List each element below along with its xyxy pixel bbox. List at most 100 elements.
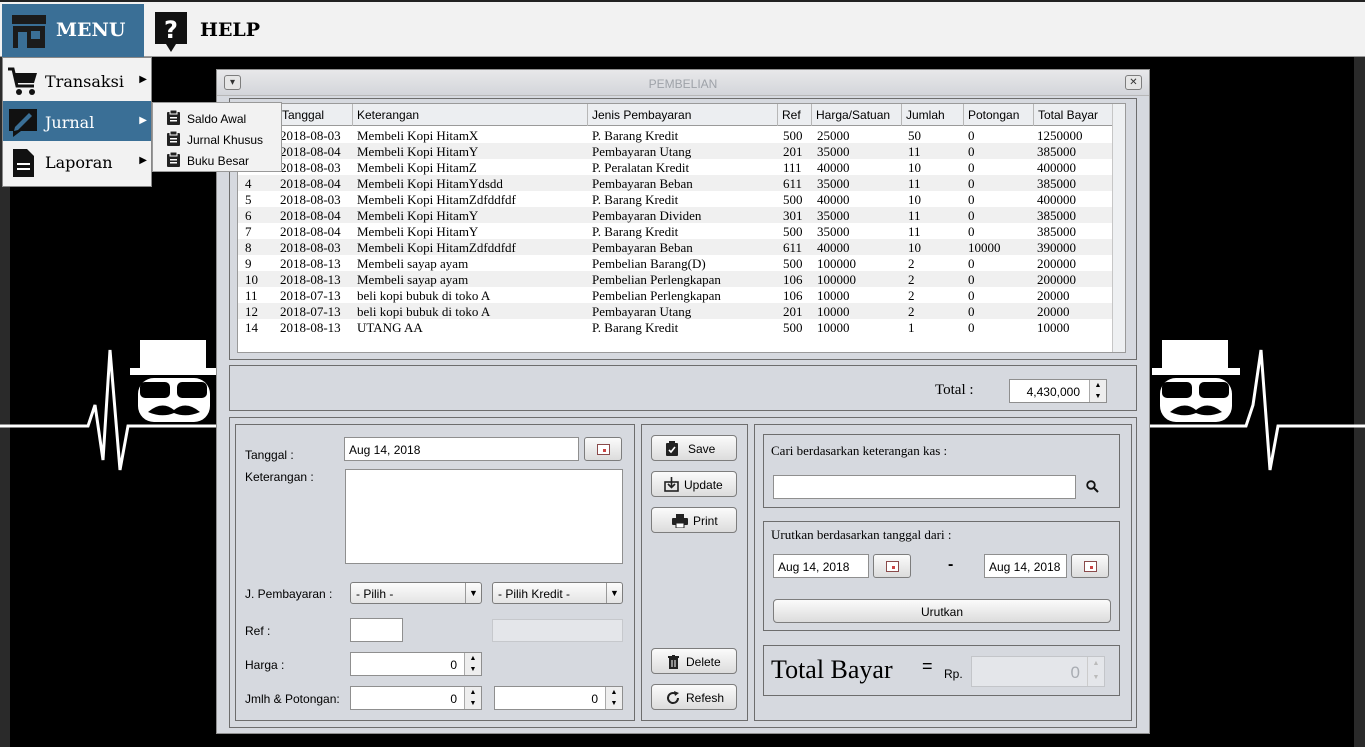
column-header[interactable]: Ref	[778, 104, 812, 126]
dialog-close-button[interactable]: ✕	[1125, 75, 1142, 90]
clipboard-list-icon	[167, 110, 180, 125]
table-row[interactable]: 6 2018-08-04 Membeli Kopi HitamY Pembayaran…	[238, 207, 1113, 223]
jumlah-spinner-controls[interactable]: ▲ ▼	[464, 687, 481, 709]
table-row[interactable]: 12 2018-07-13 beli kopi bubuk di toko A Pem…	[238, 303, 1113, 319]
total-spinner[interactable]: 4,430,000 ▲ ▼	[1009, 379, 1107, 403]
table-cell: Pembayaran Dividen	[592, 208, 702, 223]
column-header[interactable]: Keterangan	[353, 104, 588, 126]
table-row[interactable]: 14 2018-08-13 UTANG AA P. Barang Kredit 500 1…	[238, 319, 1113, 335]
table-cell: P. Barang Kredit	[592, 192, 679, 207]
date-to-calendar-button[interactable]	[1071, 554, 1109, 578]
spin-down-icon: ▼	[610, 700, 618, 707]
pen-icon	[9, 109, 37, 137]
spin-up-icon: ▲	[1094, 382, 1102, 389]
harga-spinner[interactable]: 0 ▲ ▼	[350, 652, 482, 676]
date-to-field[interactable]: Aug 14, 2018	[984, 554, 1067, 578]
table-cell: 2	[908, 256, 915, 271]
table-cell: 2018-08-04	[280, 224, 341, 239]
table-row[interactable]: 9 2018-08-13 Membeli sayap ayam Pembelian B…	[238, 255, 1113, 271]
date-from-calendar-button[interactable]	[873, 554, 911, 578]
menu-item-laporan[interactable]: Laporan ▶	[3, 141, 151, 181]
table-row[interactable]: 8 2018-08-03 Membeli Kopi HitamZdfddfdf Pem…	[238, 239, 1113, 255]
table-row[interactable]: 10 2018-08-13 Membeli sayap ayam Pembelian …	[238, 271, 1113, 287]
keterangan-textarea[interactable]	[345, 469, 623, 564]
potongan-spinner[interactable]: 0 ▲ ▼	[494, 686, 623, 710]
table-cell: 2018-08-03	[280, 128, 341, 143]
submenu-item-saldo-awal[interactable]: Saldo Awal	[153, 107, 281, 128]
table-cell: 2018-08-04	[280, 176, 341, 191]
jurnal-submenu: Saldo Awal Jurnal Khusus Buku Besar	[152, 102, 282, 172]
table-row[interactable]: 7 2018-08-04 Membeli Kopi HitamY P. Barang …	[238, 223, 1113, 239]
table-cell: Membeli Kopi HitamZdfddfdf	[357, 240, 516, 255]
jumlah-value: 0	[450, 692, 457, 706]
potongan-spinner-controls[interactable]: ▲ ▼	[605, 687, 622, 709]
table-cell: beli kopi bubuk di toko A	[357, 304, 491, 319]
save-button[interactable]: Save	[651, 435, 737, 461]
search-icon[interactable]	[1086, 480, 1099, 493]
column-header[interactable]: Jumlah	[902, 104, 964, 126]
column-header[interactable]: Harga/Satuan	[812, 104, 902, 126]
ref-field[interactable]	[350, 618, 403, 642]
submenu-item-jurnal-khusus[interactable]: Jurnal Khusus	[153, 128, 281, 149]
calendar-icon	[1084, 561, 1097, 572]
table-cell: 10	[245, 272, 258, 287]
submenu-item-buku-besar[interactable]: Buku Besar	[153, 149, 281, 170]
print-button[interactable]: Print	[651, 507, 737, 533]
spy-heartbeat-right-icon	[1150, 340, 1365, 471]
table-cell: 4	[245, 176, 252, 191]
chevron-right-icon: ▶	[139, 155, 147, 166]
table-row[interactable]: 5 2018-08-03 Membeli Kopi HitamZdfddfdf P. …	[238, 191, 1113, 207]
urutkan-button[interactable]: Urutkan	[773, 599, 1111, 623]
table-scrollbar[interactable]	[1112, 104, 1125, 352]
tanggal-field[interactable]: Aug 14, 2018	[344, 437, 579, 461]
menu-item-jurnal[interactable]: Jurnal ▶	[3, 101, 151, 141]
table-cell: Membeli Kopi HitamY	[357, 224, 479, 239]
table-cell: 0	[968, 128, 975, 143]
jumlah-spinner[interactable]: 0 ▲ ▼	[350, 686, 482, 710]
cari-input[interactable]	[773, 475, 1076, 499]
clipboard-list-icon	[167, 152, 180, 167]
submenu-item-label: Buku Besar	[187, 154, 250, 168]
menu-item-label: Jurnal	[45, 113, 95, 132]
column-header[interactable]: Total Bayar	[1034, 104, 1113, 126]
delete-label: Delete	[686, 655, 721, 669]
tanggal-calendar-button[interactable]	[584, 437, 622, 461]
total-spinner-controls[interactable]: ▲ ▼	[1089, 380, 1106, 402]
update-button[interactable]: Update	[651, 471, 737, 497]
kredit-select[interactable]: - Pilih Kredit - ▼	[492, 582, 623, 604]
harga-spinner-controls[interactable]: ▲ ▼	[464, 653, 481, 675]
delete-button[interactable]: Delete	[651, 648, 737, 674]
ref-name-field	[492, 619, 623, 642]
help-button[interactable]: ? HELP	[148, 4, 298, 58]
calendar-icon	[886, 561, 899, 572]
column-header[interactable]: Tanggal	[278, 104, 353, 126]
pembayaran-select[interactable]: - Pilih - ▼	[350, 582, 482, 604]
column-header[interactable]: Jenis Pembayaran	[588, 104, 778, 126]
table-row[interactable]: 11 2018-07-13 beli kopi bubuk di toko A Pem…	[238, 287, 1113, 303]
table-cell: 0	[968, 176, 975, 191]
dialog-title: PEMBELIAN	[648, 77, 718, 91]
table-row[interactable]: 4 2018-08-04 Membeli Kopi HitamYdsdd Pembay…	[238, 175, 1113, 191]
refresh-button[interactable]: Refesh	[651, 684, 737, 710]
table-cell: 1250000	[1037, 128, 1083, 143]
table-row[interactable]: 2018-08-03 Membeli Kopi HitamZ P. Peralata…	[238, 159, 1113, 175]
column-header[interactable]: Potongan	[964, 104, 1034, 126]
table-cell: 12	[245, 304, 258, 319]
table-row[interactable]: 2018-08-04 Membeli Kopi HitamY Pembayaran …	[238, 143, 1113, 159]
table-cell: 201	[783, 144, 803, 159]
table-row[interactable]: 2018-08-03 Membeli Kopi HitamX P. Barang K…	[238, 127, 1113, 143]
menu-button[interactable]: MENU	[2, 4, 144, 58]
save-label: Save	[688, 442, 716, 456]
table-cell: 385000	[1037, 208, 1076, 223]
menu-item-transaksi[interactable]: Transaksi ▶	[3, 60, 151, 100]
pembelian-table[interactable]: Tanggal Keterangan Jenis Pembayaran Ref …	[237, 103, 1126, 353]
pembayaran-label: J. Pembayaran :	[245, 587, 333, 601]
table-cell: 2	[908, 304, 915, 319]
kredit-select-value: - Pilih Kredit -	[498, 587, 571, 601]
table-cell: 2018-07-13	[280, 288, 341, 303]
date-from-field[interactable]: Aug 14, 2018	[773, 554, 869, 578]
svg-text:?: ?	[164, 16, 178, 44]
chevron-down-icon: ▼	[606, 583, 622, 603]
harga-label: Harga :	[245, 658, 285, 672]
table-cell: 2018-08-04	[280, 208, 341, 223]
